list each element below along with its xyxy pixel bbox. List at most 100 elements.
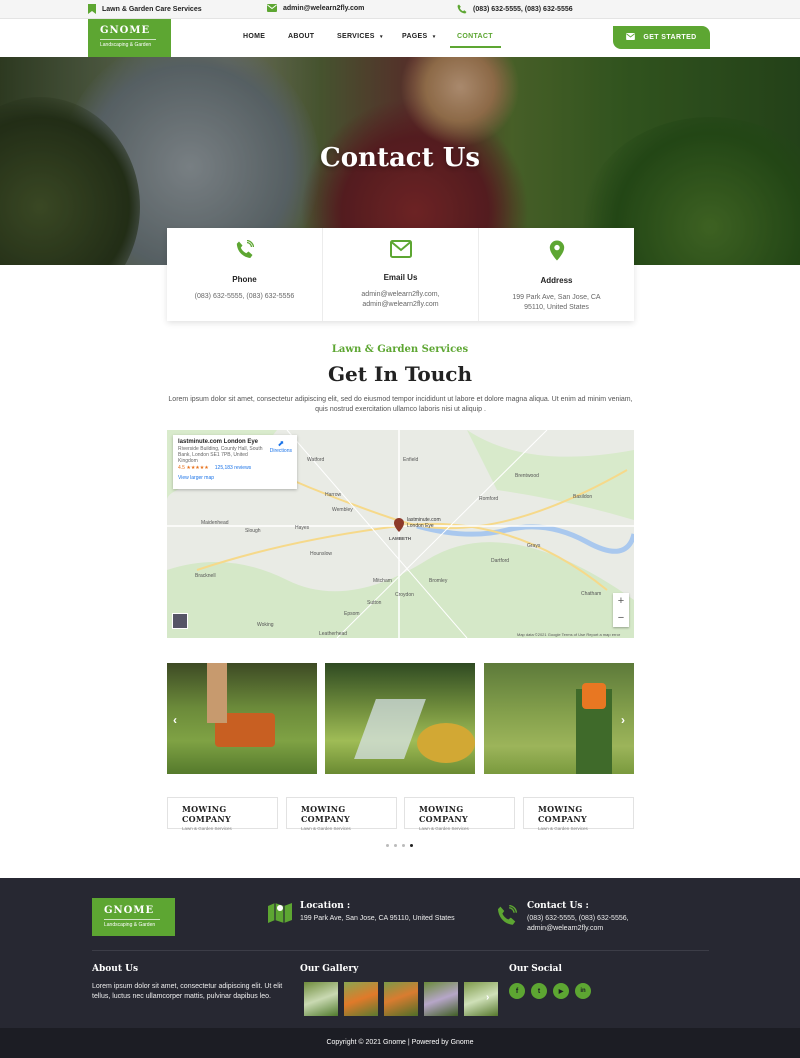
location-icon [479,240,634,266]
gallery-image[interactable] [325,663,475,774]
contact-card-title: Phone [232,275,257,284]
gallery-thumbnail[interactable] [424,982,458,1016]
nav-contact[interactable]: CONTACT [457,33,493,40]
footer-logo[interactable]: GNOME Landscaping & Garden [92,898,175,936]
map-rating: 4.5 ★★★★★ [178,465,209,471]
map-reviews[interactable]: 125,183 reviews [215,465,251,471]
map-label: Enfield [403,457,419,463]
footer-social-title: Our Social [509,964,562,974]
service-card-title: MOWING COMPANY [182,804,231,824]
directions-button[interactable]: ⬈ Directions [270,439,292,454]
tagline-text: Lawn & Garden Care Services [102,5,202,13]
footer-gallery-title: Our Gallery [300,964,359,974]
contact-card-title: Email Us [383,273,418,282]
gallery-image[interactable] [167,663,317,774]
linkedin-icon[interactable]: in [575,983,591,999]
map-label: Hayes [295,525,310,531]
gallery-carousel: ‹ › [167,663,634,774]
carousel-dot[interactable] [394,844,397,847]
footer-contact-text: (083) 632-5555, (083) 632-5556, admin@we… [527,915,629,932]
map-label: Slough [245,528,261,534]
top-email[interactable]: admin@welearn2fly.com [267,4,364,12]
twitter-icon[interactable]: t [531,983,547,999]
logo-tagline: Landscaping & Garden [100,42,152,48]
satellite-toggle[interactable] [172,613,188,629]
map-label: Bromley [429,578,448,584]
carousel-dot[interactable] [386,844,389,847]
chevron-down-icon: ▾ [432,34,436,40]
google-map[interactable]: lastminute.com London Eye Riverside Buil… [167,430,634,638]
gallery-thumbnail[interactable] [304,982,338,1016]
service-card-subtitle: Lawn & Garden Services [182,826,232,831]
directions-label: Directions [269,448,292,454]
map-label: Basildon [573,494,593,500]
carousel-dot-active[interactable] [410,844,413,847]
contact-card-title: Address [540,276,573,285]
phone-icon [497,904,518,932]
gallery-thumbnail[interactable] [464,982,498,1016]
nav-home[interactable]: HOME [243,33,265,40]
map-label: Hounslow [310,551,332,557]
map-footer: Map data ©2021 Google Terms of Use Repor… [517,632,621,637]
hero-title: Contact Us [320,143,480,173]
tagline-item: Lawn & Garden Care Services [88,4,202,14]
contact-card-address: Address 199 Park Ave, San Jose, CA 95110… [479,228,634,321]
map-label: Croydon [395,592,414,598]
get-started-button[interactable]: GET STARTED [613,26,710,49]
map-label: Romford [479,496,499,502]
facebook-icon[interactable]: f [509,983,525,999]
nav-services[interactable]: SERVICES ▾ [337,33,383,40]
gallery-thumbnail[interactable] [344,982,378,1016]
map-label: Epsom [344,611,360,617]
footer-logo-name: GNOME [104,905,155,916]
service-card[interactable]: MOWING COMPANY Lawn & Garden Services [167,797,278,831]
chevron-left-icon[interactable]: ‹ [173,713,177,727]
service-card-title: MOWING COMPANY [419,804,468,824]
service-card[interactable]: MOWING COMPANY Lawn & Garden Services [286,797,397,831]
bookmark-icon [88,4,96,14]
gallery-image[interactable] [484,663,634,774]
map-label: Maidenhead [201,520,229,526]
footer-divider [92,950,709,951]
nav-pages[interactable]: PAGES ▾ [402,33,436,40]
phone-icon [457,4,467,14]
chevron-right-icon[interactable]: › [621,713,625,727]
top-bar: Lawn & Garden Care Services admin@welear… [0,0,800,19]
phone-icon [167,239,322,265]
chevron-right-icon[interactable]: › [486,992,489,1003]
view-larger-map-link[interactable]: View larger map [178,475,292,481]
carousel-dot[interactable] [402,844,405,847]
footer-about-title: About Us [92,964,139,974]
map-rating-row: 4.5 ★★★★★ 125,183 reviews [178,465,292,471]
contact-card-email: Email Us admin@welearn2fly.com, admin@we… [323,228,479,321]
email-icon [323,240,478,263]
section-title: Get In Touch [327,362,473,386]
zoom-out-button[interactable]: − [613,610,629,627]
youtube-icon[interactable]: ▶ [553,983,569,999]
map-label: Dartford [491,558,510,564]
service-card-subtitle: Lawn & Garden Services [419,826,469,831]
service-card[interactable]: MOWING COMPANY Lawn & Garden Services [523,797,634,831]
logo[interactable]: GNOME Landscaping & Garden [88,19,171,57]
logo-name: GNOME [100,25,151,36]
zoom-in-button[interactable]: + [613,593,629,610]
gallery-thumbnail[interactable] [384,982,418,1016]
nav-about[interactable]: ABOUT [288,33,314,40]
footer: GNOME Landscaping & Garden Location : 19… [0,878,800,1028]
map-pin-label[interactable]: lastminute.com London Eye [407,517,451,529]
contact-card-value: (083) 632-5555, (083) 632-5556 [194,293,295,300]
water-spray-shape [354,699,426,759]
map-label: Woking [257,622,274,628]
map-label: Brentwood [515,473,539,479]
carousel-dots [386,844,413,847]
top-phone[interactable]: (083) 632-5555, (083) 632-5556 [457,4,573,14]
map-place-card: lastminute.com London Eye Riverside Buil… [173,435,297,489]
section-subtitle: Lawn & Garden Services [331,344,469,355]
footer-location-title: Location : [300,901,351,911]
map-label: Watford [307,457,325,463]
service-card[interactable]: MOWING COMPANY Lawn & Garden Services [404,797,515,831]
footer-location-text: 199 Park Ave, San Jose, CA 95110, United… [300,915,455,922]
chevron-down-icon: ▾ [379,34,383,40]
contact-card-phone: Phone (083) 632-5555, (083) 632-5556 [167,228,323,321]
map-label: Wembley [332,507,353,513]
